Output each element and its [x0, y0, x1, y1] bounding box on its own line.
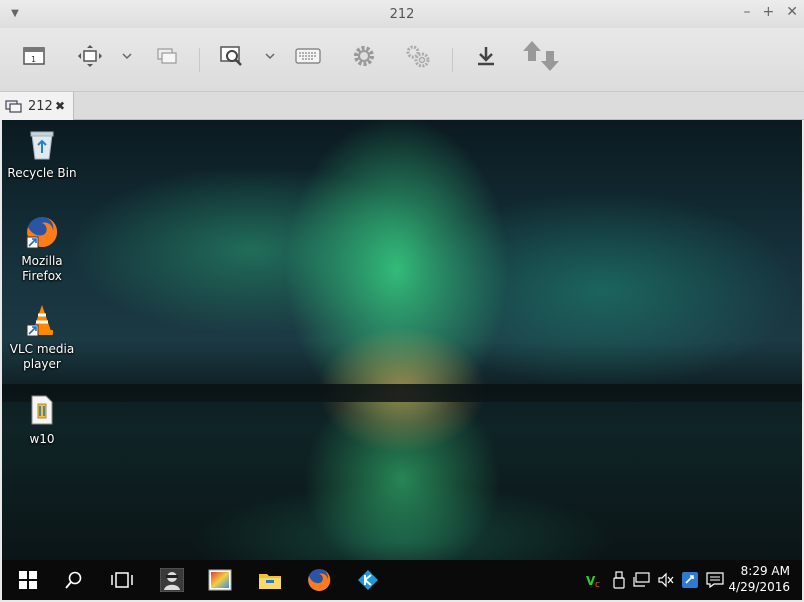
taskbar: Vc 8:29 AM 4/29/2016 [2, 560, 802, 600]
download-button[interactable] [472, 42, 500, 70]
transfer-button[interactable] [520, 41, 562, 71]
svg-text:1: 1 [31, 55, 36, 64]
taskbar-app-user[interactable] [150, 560, 194, 600]
tray-usb-icon[interactable] [608, 560, 630, 600]
paint-icon [208, 569, 232, 591]
taskbar-app-explorer[interactable] [248, 560, 292, 600]
switch-desktop-button[interactable]: 1 [20, 42, 48, 70]
action-center-icon[interactable] [704, 560, 726, 600]
search-icon [65, 571, 82, 589]
chevron-down-icon[interactable] [121, 50, 133, 62]
maximize-icon[interactable]: + [763, 4, 775, 20]
vlc-cone-icon [24, 302, 60, 338]
clock-time: 8:29 AM [740, 564, 790, 578]
windows-icon [157, 48, 177, 64]
start-button[interactable] [6, 560, 50, 600]
gear-icon [354, 46, 374, 66]
firefox-icon [308, 568, 331, 591]
desktop-icon-firefox[interactable]: Mozilla Firefox [3, 214, 81, 284]
tray-sync-icon[interactable] [679, 560, 701, 600]
kodi-icon [358, 570, 378, 590]
toolbar-separator [452, 48, 453, 72]
toolbar-separator [199, 48, 200, 72]
toolbar: 1 [0, 28, 804, 92]
remote-desktop-view[interactable]: Recycle Bin Mozilla Firefox VLC media pl… [2, 120, 802, 560]
task-view-button[interactable] [100, 560, 144, 600]
tab-bar: 212 ✖ [0, 92, 804, 120]
remote-preferences-button[interactable] [404, 42, 432, 70]
desktop-icon-label: Recycle Bin [7, 166, 77, 180]
firefox-icon [24, 214, 60, 250]
tab-label: 212 [28, 98, 53, 114]
magnifier-screen-icon [220, 46, 242, 66]
taskbar-app-firefox[interactable] [297, 560, 341, 600]
remote-desktop-window: ▼ 212 – + ✕ 1 212 ✖ Recycle Bin Mozilla … [0, 0, 804, 602]
download-icon [478, 47, 494, 66]
keyboard-button[interactable] [294, 42, 322, 70]
tray-volume-muted-icon[interactable] [655, 560, 677, 600]
desktop-icon-label: Mozilla Firefox [21, 254, 63, 283]
app-user-icon [160, 568, 184, 592]
taskbar-app-kodi[interactable] [346, 560, 390, 600]
keyboard-icon [295, 48, 321, 64]
desktop-icon-label: w10 [29, 432, 55, 446]
multi-window-button[interactable] [152, 42, 180, 70]
chevron-down-icon[interactable] [264, 50, 276, 62]
desktop-icon-recycle-bin[interactable]: Recycle Bin [3, 126, 81, 181]
preferences-button[interactable] [350, 42, 378, 70]
gears-icon [406, 45, 430, 68]
svg-text:c: c [595, 580, 600, 589]
clock-date: 4/29/2016 [728, 580, 790, 594]
window-title: 212 [389, 6, 415, 22]
desktop-icon-vlc[interactable]: VLC media player [3, 302, 81, 372]
resize-arrows-icon [78, 45, 102, 67]
zoom-button[interactable] [218, 42, 246, 70]
task-view-icon [111, 572, 133, 588]
title-bar: ▼ 212 – + ✕ [0, 0, 804, 28]
window-menu-icon[interactable]: ▼ [8, 6, 22, 20]
tab-close-icon[interactable]: ✖ [55, 99, 65, 113]
search-button[interactable] [52, 560, 96, 600]
tab-session[interactable]: 212 ✖ [0, 92, 74, 120]
taskbar-clock[interactable]: 8:29 AM 4/29/2016 [728, 563, 790, 595]
desktop-window-icon: 1 [23, 47, 45, 65]
windows-logo-icon [19, 571, 37, 589]
desktop-icon-label: VLC media player [9, 342, 75, 371]
taskbar-app-paint[interactable] [198, 560, 242, 600]
close-icon[interactable]: ✕ [786, 4, 798, 20]
tray-network-icon[interactable] [631, 560, 653, 600]
fit-window-button[interactable] [76, 42, 104, 70]
windows-icon [5, 100, 22, 113]
tray-vc-icon[interactable]: Vc [584, 560, 606, 600]
folder-icon [259, 574, 281, 589]
up-down-arrows-icon [523, 41, 559, 71]
file-icon [24, 392, 60, 428]
desktop-icon-w10[interactable]: w10 [3, 392, 81, 447]
wallpaper-horizon [2, 384, 802, 402]
recycle-bin-icon [24, 126, 60, 162]
minimize-icon[interactable]: – [744, 4, 751, 20]
